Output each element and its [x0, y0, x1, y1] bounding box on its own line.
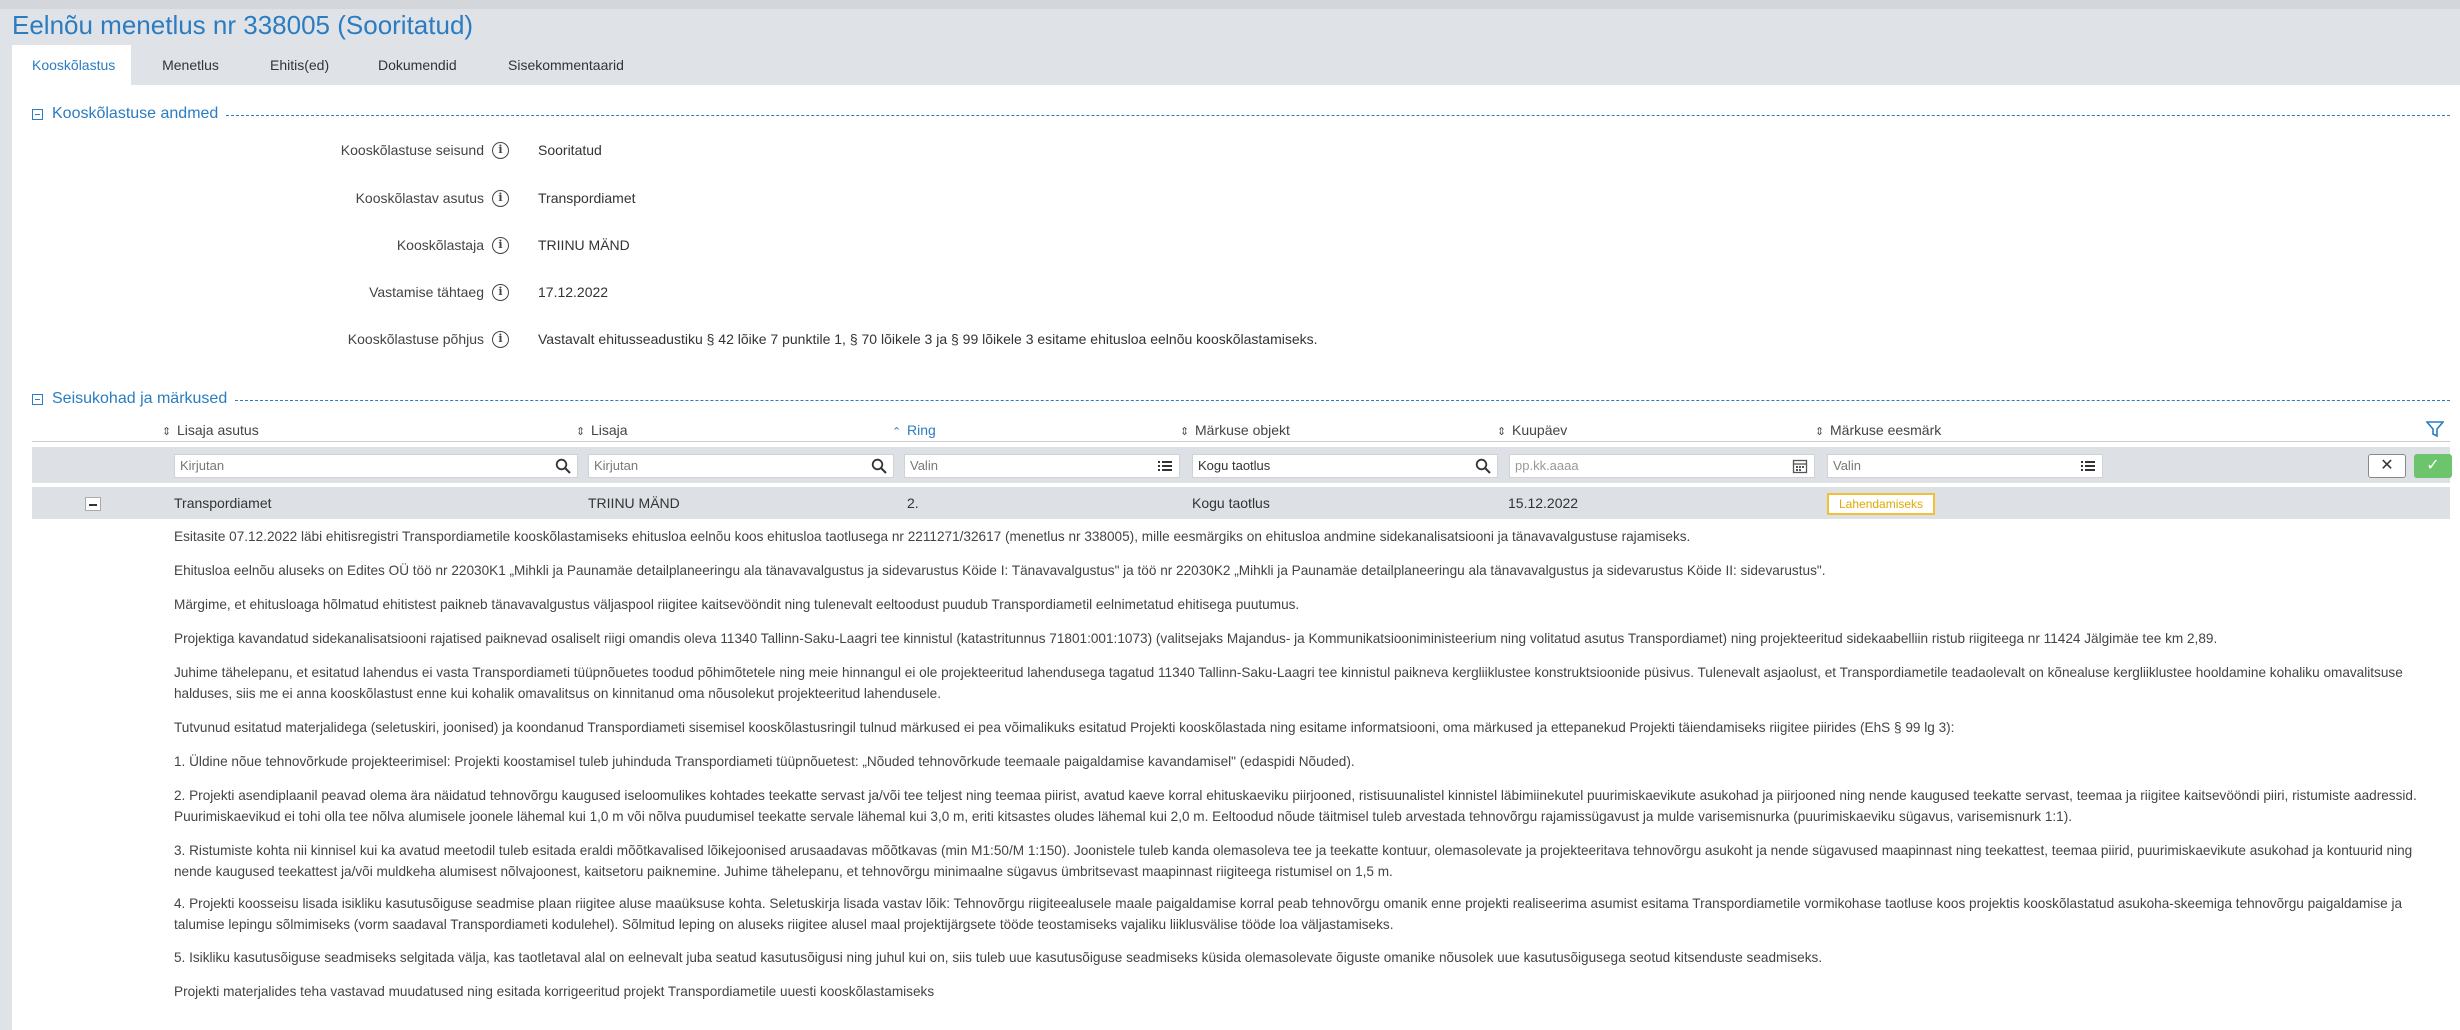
- field-value: 17.12.2022: [538, 284, 609, 300]
- apply-filters-button[interactable]: ✓: [2414, 454, 2452, 478]
- tab-menetlus[interactable]: Menetlus: [131, 45, 250, 85]
- calendar-icon[interactable]: [1792, 458, 1808, 474]
- list-icon[interactable]: [1157, 458, 1173, 474]
- section-divider: [226, 114, 2450, 116]
- clear-filters-button[interactable]: ✕: [2368, 454, 2406, 478]
- sort-icon: ⇕: [576, 426, 586, 438]
- section-header-seisukohad[interactable]: Seisukohad ja märkused: [32, 388, 2450, 410]
- status-badge: Lahendamiseks: [1827, 493, 1936, 515]
- detail-paragraph: Projektiga kavandatud sidekanalisatsioon…: [174, 631, 2218, 646]
- filter-icon[interactable]: [2426, 420, 2444, 438]
- search-icon[interactable]: [1475, 458, 1491, 474]
- field-label: Kooskõlastav asutus: [355, 190, 484, 206]
- main-content: Kooskõlastuse andmed Kooskõlastuse seisu…: [12, 85, 2460, 1030]
- close-icon: ✕: [2380, 457, 2394, 474]
- list-icon[interactable]: [2080, 458, 2096, 474]
- field-label: Kooskõlastuse seisund: [340, 142, 484, 158]
- field-label: Kooskõlastaja: [396, 237, 484, 253]
- section-title: Kooskõlastuse andmed: [52, 105, 219, 122]
- header-divider: [32, 441, 2450, 442]
- detail-paragraph: Projekti materjalides teha vastavad muud…: [174, 984, 935, 999]
- tab-dokumendid[interactable]: Dokumendid: [358, 45, 488, 85]
- filter-markuse-objekt-input[interactable]: Kogu taotlus: [1192, 454, 1498, 478]
- field-row-asutus: Kooskõlastav asutus i Transpordiamet: [12, 187, 2012, 211]
- tab-sisekommentaarid[interactable]: Sisekommentaarid: [488, 45, 648, 85]
- info-icon[interactable]: i: [492, 190, 509, 207]
- filter-lisaja-asutus-input[interactable]: Kirjutan: [174, 454, 578, 478]
- detail-paragraph: Tutvunud esitatud materjalidega (seletus…: [174, 720, 1955, 735]
- section-divider: [235, 399, 2450, 401]
- column-header-lisaja-asutus[interactable]: ⇕ Lisaja asutus: [162, 419, 259, 441]
- sort-asc-icon: ⌃: [892, 426, 902, 438]
- filter-lisaja-input[interactable]: Kirjutan: [588, 454, 894, 478]
- section-header-kooskolastuse-andmed[interactable]: Kooskõlastuse andmed: [32, 103, 2450, 125]
- info-icon[interactable]: i: [492, 331, 509, 348]
- info-icon[interactable]: i: [492, 142, 509, 159]
- field-value: Sooritatud: [538, 142, 602, 158]
- detail-paragraph: 2. Projekti asendiplaanil peavad olema ä…: [174, 788, 2417, 824]
- field-value: TRIINU MÄND: [538, 237, 630, 253]
- cell-ring: 2.: [907, 495, 919, 511]
- info-icon[interactable]: i: [492, 237, 509, 254]
- collapse-icon[interactable]: [32, 108, 43, 120]
- sort-icon: ⇕: [1497, 426, 1507, 438]
- detail-paragraph: Juhime tähelepanu, et esitatud lahendus …: [174, 665, 2403, 701]
- search-icon[interactable]: [555, 458, 571, 474]
- field-row-pohjus: Kooskõlastuse põhjus i Vastavalt ehituss…: [12, 328, 2012, 352]
- column-header-lisaja[interactable]: ⇕ Lisaja: [576, 419, 628, 441]
- table-row[interactable]: Transpordiamet TRIINU MÄND 2. Kogu taotl…: [32, 487, 2450, 519]
- field-label: Vastamise tähtaeg: [369, 284, 484, 300]
- tab-ehitised[interactable]: Ehitis(ed): [250, 45, 358, 85]
- cell-kuupaev: 15.12.2022: [1508, 495, 1579, 511]
- field-row-kooskolastaja: Kooskõlastaja i TRIINU MÄND: [12, 234, 2012, 258]
- search-icon[interactable]: [871, 458, 887, 474]
- tab-kooskolastus[interactable]: Kooskõlastus: [12, 45, 131, 85]
- detail-paragraph: Märgime, et ehitusloaga hõlmatud ehitist…: [174, 597, 1300, 612]
- field-row-seisund: Kooskõlastuse seisund i Sooritatud: [12, 139, 2012, 163]
- field-label: Kooskõlastuse põhjus: [347, 331, 484, 347]
- collapse-row-icon[interactable]: [85, 497, 101, 511]
- cell-markuse-objekt: Kogu taotlus: [1192, 495, 1270, 511]
- detail-paragraph: 5. Isikliku kasutusõiguse seadmiseks sel…: [174, 950, 1823, 965]
- column-header-markuse-eesmark[interactable]: ⇕ Märkuse eesmärk: [1815, 419, 1941, 441]
- detail-paragraph: Esitasite 07.12.2022 läbi ehitisregistri…: [174, 529, 1691, 544]
- cell-lisaja: TRIINU MÄND: [588, 495, 680, 511]
- column-header-ring[interactable]: ⌃ Ring: [892, 419, 936, 441]
- column-header-markuse-objekt[interactable]: ⇕ Märkuse objekt: [1180, 419, 1290, 441]
- field-value: Vastavalt ehitusseadustiku § 42 lõike 7 …: [538, 331, 1318, 347]
- info-icon[interactable]: i: [492, 284, 509, 301]
- field-value: Transpordiamet: [538, 190, 636, 206]
- collapse-icon[interactable]: [32, 393, 43, 405]
- detail-paragraph: 4. Projekti koosseisu lisada isikliku ka…: [174, 896, 2403, 932]
- page-title: Eelnõu menetlus nr 338005 (Sooritatud): [12, 10, 474, 40]
- filter-row: Kirjutan Kirjutan Valin Kogu taotlus pp.…: [32, 447, 2452, 483]
- filter-markuse-eesmark-select[interactable]: Valin: [1827, 454, 2103, 478]
- section-title: Seisukohad ja märkused: [52, 390, 228, 407]
- detail-paragraph: 1. Üldine nõue tehnovõrkude projekteerim…: [174, 754, 1355, 769]
- check-icon: ✓: [2426, 457, 2440, 474]
- filter-kuupaev-input[interactable]: pp.kk.aaaa: [1509, 454, 1815, 478]
- top-bar: [0, 0, 2460, 9]
- detail-paragraph: Ehitusloa eelnõu aluseks on Edites OÜ tö…: [174, 563, 1826, 578]
- cell-lisaja-asutus: Transpordiamet: [174, 495, 272, 511]
- tab-bar: Kooskõlastus Menetlus Ehitis(ed) Dokumen…: [12, 45, 648, 85]
- sort-icon: ⇕: [1180, 426, 1190, 438]
- sort-icon: ⇕: [162, 426, 172, 438]
- filter-ring-select[interactable]: Valin: [904, 454, 1180, 478]
- column-header-kuupaev[interactable]: ⇕ Kuupäev: [1497, 419, 1567, 441]
- sort-icon: ⇕: [1815, 426, 1825, 438]
- detail-paragraph: 3. Ristumiste kohta nii kinnisel kui ka …: [174, 843, 2413, 879]
- field-row-tahtaeg: Vastamise tähtaeg i 17.12.2022: [12, 281, 2012, 305]
